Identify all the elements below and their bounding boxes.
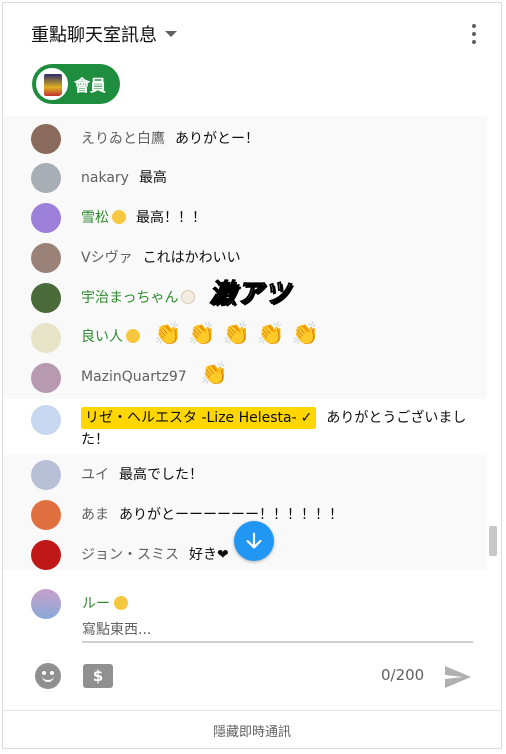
message-text: 激アツ (209, 279, 291, 309)
message-text: 最高でした！ (119, 467, 203, 483)
chip-avatar (36, 68, 68, 100)
jump-to-bottom-button[interactable] (234, 521, 274, 561)
emoji-picker-icon[interactable] (35, 663, 61, 689)
author-name[interactable]: 良い人 (81, 329, 123, 345)
member-badge-icon (112, 210, 126, 224)
chevron-down-icon (165, 31, 177, 37)
message-text: ありがとーーーーーー！！！！！！ (119, 507, 343, 523)
chat-message-owner: リゼ・ヘルエスタ -Lize Helesta- ✓ ありがとうございました！ (3, 399, 487, 455)
chat-message: ユイ 最高でした！ (3, 460, 487, 490)
chat-scrollbar[interactable] (489, 526, 497, 556)
chat-mode-dropdown[interactable]: 重點聊天室訊息 (31, 21, 177, 47)
current-user-avatar (31, 589, 61, 619)
avatar[interactable] (31, 124, 61, 154)
message-text: 👏 (200, 362, 229, 387)
verified-check-icon: ✓ (300, 410, 313, 426)
member-badge-icon (181, 290, 196, 304)
chat-message-list[interactable]: えりゐと白鷹 ありがとー！ nakary 最高 雪松 最高！！！ Vシヴァ これはかわい… (3, 116, 487, 570)
chat-message: 良い人 👏 👏 👏 👏 👏 (3, 323, 487, 353)
message-text: ありがとー！ (175, 131, 259, 147)
author-name[interactable]: nakary (81, 170, 129, 186)
author-name[interactable]: MazinQuartz97 (81, 369, 187, 385)
owner-author-tag[interactable]: リゼ・ヘルエスタ -Lize Helesta- ✓ (81, 407, 317, 429)
author-name[interactable]: ユイ (81, 467, 109, 483)
avatar[interactable] (31, 203, 61, 233)
avatar[interactable] (31, 405, 61, 435)
message-text: 最高 (138, 170, 167, 186)
avatar[interactable] (31, 323, 61, 353)
chat-message: 雪松 最高！！！ (3, 203, 487, 233)
member-badge-icon (126, 329, 140, 343)
super-chat-icon[interactable]: $ (83, 664, 113, 688)
avatar[interactable] (31, 540, 61, 570)
author-name[interactable]: 雪松 (81, 210, 109, 226)
chat-message: MazinQuartz97 👏 (3, 363, 487, 393)
author-name[interactable]: ジョン・スミス (81, 547, 179, 563)
character-counter: 0/200 (381, 666, 425, 684)
hide-chat-button[interactable]: 隱藏即時通訊 (3, 710, 501, 750)
chat-message: Vシヴァ これはかわいい (3, 243, 487, 273)
member-badge-icon (114, 596, 128, 610)
avatar[interactable] (31, 163, 61, 193)
message-text: 好き❤ (189, 547, 229, 563)
more-options-icon[interactable] (471, 24, 477, 44)
chat-text-input[interactable] (82, 619, 473, 643)
send-icon[interactable] (443, 664, 473, 690)
avatar[interactable] (31, 460, 61, 490)
chat-input-area: ルー $ 0/200 (3, 570, 501, 710)
avatar[interactable] (31, 500, 61, 530)
chip-label: 會員 (74, 76, 107, 95)
chat-header: 重點聊天室訊息 會員 (3, 3, 501, 116)
message-text: 👏 👏 👏 👏 👏 (154, 322, 319, 347)
author-name[interactable]: えりゐと白鷹 (81, 131, 165, 147)
message-text: これはかわいい (142, 250, 241, 266)
arrow-down-icon (246, 532, 262, 549)
author-name[interactable]: Vシヴァ (81, 250, 133, 266)
live-chat-panel: 重點聊天室訊息 會員 えりゐと白鷹 ありがとー！ nakary 最高 雪松 最高！！！… (2, 2, 502, 749)
chat-message: nakary 最高 (3, 163, 487, 193)
avatar[interactable] (31, 243, 61, 273)
member-filter-chip[interactable]: 會員 (32, 64, 121, 104)
author-name[interactable]: 宇治まっちゃん (81, 290, 178, 306)
author-name[interactable]: あま (81, 507, 109, 523)
message-text: 最高！！！ (136, 210, 206, 226)
current-user-name: ルー (82, 593, 128, 613)
chat-message: えりゐと白鷹 ありがとー！ (3, 124, 487, 154)
avatar[interactable] (31, 363, 61, 393)
author-name: リゼ・ヘルエスタ -Lize Helesta- (85, 410, 297, 426)
avatar[interactable] (31, 283, 61, 313)
chat-message: 宇治まっちゃん 激アツ (3, 281, 487, 313)
chat-title: 重點聊天室訊息 (31, 25, 157, 46)
